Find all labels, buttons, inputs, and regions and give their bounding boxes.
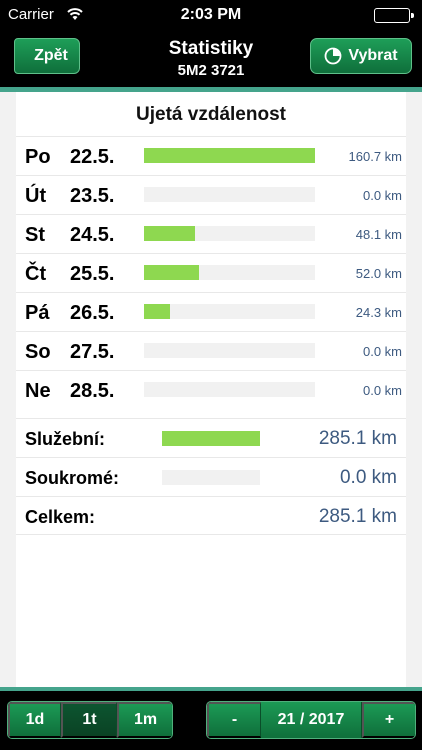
day-name: So	[25, 341, 51, 363]
section-title: Ujetá vzdálenost	[136, 104, 286, 125]
day-distance: 52.0 km	[355, 266, 402, 281]
day-distance: 160.7 km	[348, 149, 402, 164]
distance-bar	[144, 304, 170, 319]
current-period-label: 21 / 2017	[261, 702, 362, 738]
day-distance: 0.0 km	[362, 344, 402, 359]
clock: 2:03 PM	[180, 6, 242, 23]
summary-label: Celkem:	[25, 507, 96, 527]
day-date: 27.5.	[70, 341, 115, 363]
distance-bar-track	[144, 226, 315, 241]
summary-row-private: Soukromé: 0.0 km	[16, 457, 406, 496]
day-date: 25.5.	[70, 263, 115, 285]
day-distance: 48.1 km	[355, 227, 402, 242]
distance-bar-track	[144, 148, 315, 163]
day-row-monday: Po 22.5. 160.7 km	[16, 136, 406, 175]
summary-value: 285.1 km	[318, 428, 397, 449]
day-row-friday: Pá 26.5. 24.3 km	[16, 292, 406, 331]
select-button-label: Vybrat	[348, 47, 398, 64]
period-1t-button[interactable]: 1t	[61, 702, 117, 738]
previous-period-button[interactable]: -	[207, 702, 261, 738]
day-date: 26.5.	[70, 302, 115, 324]
next-period-button[interactable]: +	[362, 702, 415, 738]
summary-row-total: Celkem: 285.1 km	[16, 496, 406, 535]
summary-bar	[162, 431, 260, 446]
day-row-tuesday: Út 23.5. 0.0 km	[16, 175, 406, 214]
day-row-wednesday: St 24.5. 48.1 km	[16, 214, 406, 253]
summary-bar-track	[162, 431, 260, 446]
summary-label: Služební:	[25, 429, 105, 449]
day-date: 22.5.	[70, 146, 115, 168]
distance-bar-track	[144, 382, 315, 397]
distance-bar	[144, 226, 196, 241]
day-row-thursday: Čt 25.5. 52.0 km	[16, 253, 406, 292]
summary-value: 285.1 km	[318, 506, 397, 527]
summary-bar-track	[162, 470, 260, 485]
status-bar: Carrier 2:03 PM	[0, 0, 422, 30]
day-name: Po	[25, 146, 51, 168]
summary-value: 0.0 km	[339, 467, 397, 488]
battery-icon	[374, 8, 414, 23]
distance-bar-track	[144, 265, 315, 280]
day-date: 24.5.	[70, 224, 115, 246]
navigation-bar: Zpět Statistiky 5M2 3721 Vybrat	[0, 30, 422, 87]
distance-bar-track	[144, 187, 315, 202]
day-date: 28.5.	[70, 380, 115, 402]
period-selector: 1d 1t 1m	[7, 701, 173, 739]
day-row-sunday: Ne 28.5. 0.0 km	[16, 370, 406, 409]
distance-bar-track	[144, 304, 315, 319]
distance-bar	[144, 265, 200, 280]
statistics-card: Ujetá vzdálenost Po 22.5. 160.7 km Út 23…	[16, 92, 406, 687]
day-name: Út	[25, 185, 47, 207]
day-distance: 24.3 km	[355, 305, 402, 320]
day-date: 23.5.	[70, 185, 115, 207]
day-row-saturday: So 27.5. 0.0 km	[16, 331, 406, 370]
day-distance: 0.0 km	[362, 188, 402, 203]
select-button[interactable]: Vybrat	[310, 38, 412, 74]
period-1m-button[interactable]: 1m	[117, 702, 172, 738]
day-name: Čt	[25, 263, 47, 285]
day-name: Ne	[25, 380, 51, 402]
pie-chart-icon	[324, 47, 342, 65]
period-navigator: - 21 / 2017 +	[206, 701, 416, 739]
day-distance: 0.0 km	[362, 383, 402, 398]
day-name: Pá	[25, 302, 50, 324]
summary-label: Soukromé:	[25, 468, 120, 488]
day-name: St	[25, 224, 45, 246]
bottom-toolbar: 1d 1t 1m - 21 / 2017 +	[0, 691, 422, 750]
distance-bar	[144, 148, 315, 163]
distance-bar-track	[144, 343, 315, 358]
summary-row-business: Služební: 285.1 km	[16, 418, 406, 457]
period-1d-button[interactable]: 1d	[8, 702, 61, 738]
